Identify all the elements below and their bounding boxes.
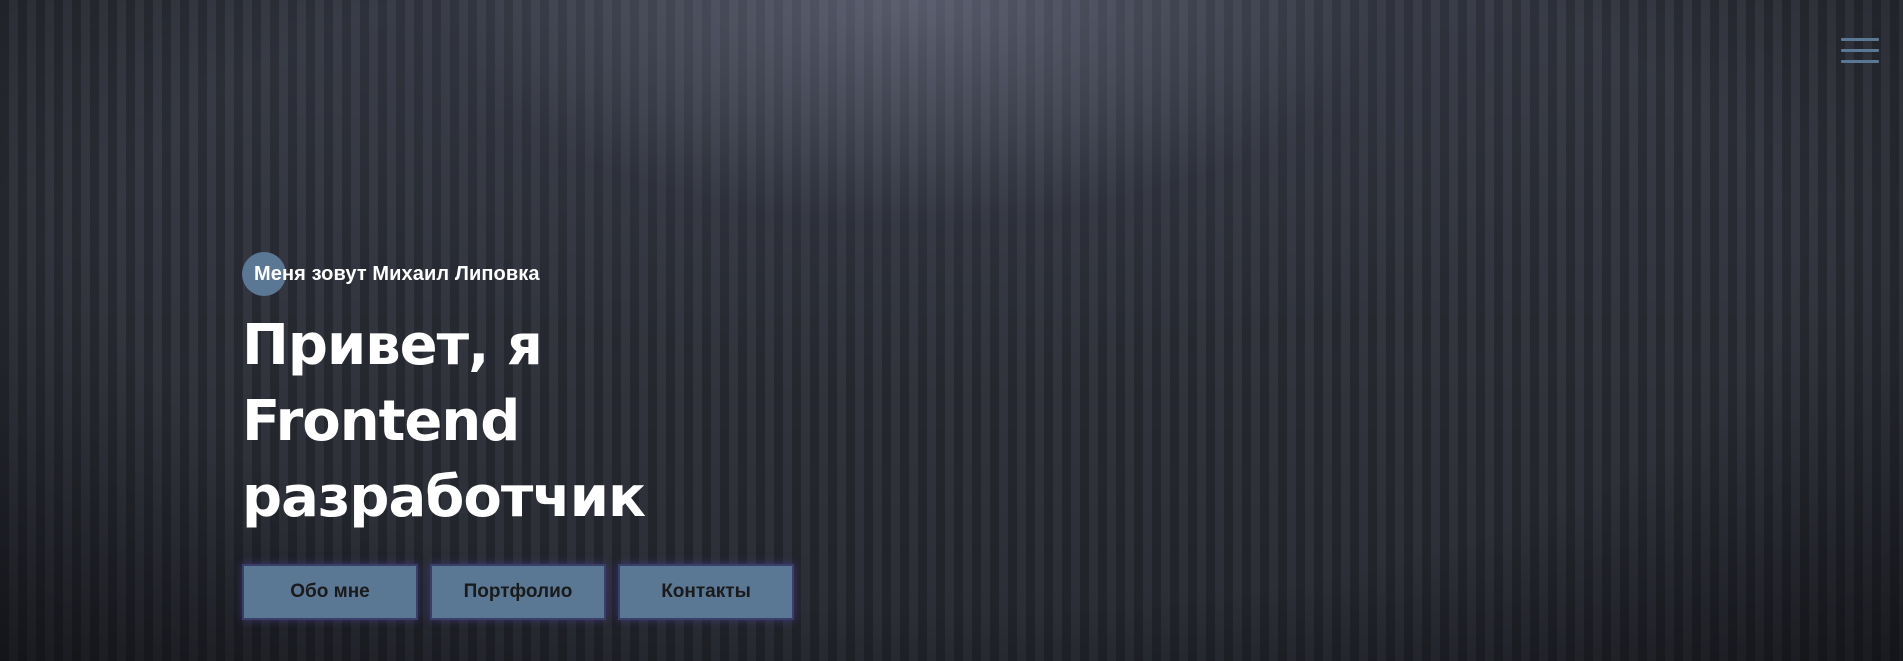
headline-line-2: разработчик xyxy=(242,465,646,530)
contacts-button[interactable]: Контакты xyxy=(618,564,794,620)
hero-section: Меня зовут Михаил Липовка Привет, я Fron… xyxy=(0,0,1903,661)
hero-content: Меня зовут Михаил Липовка Привет, я Fron… xyxy=(242,252,802,620)
menu-bar-bottom xyxy=(1841,60,1879,63)
hamburger-menu-icon[interactable] xyxy=(1841,38,1879,66)
hero-buttons: Обо мне Портфолио Контакты xyxy=(242,564,802,620)
intro-text: Меня зовут Михаил Липовка xyxy=(254,262,540,285)
menu-bar-middle xyxy=(1841,49,1879,52)
menu-bar-top xyxy=(1841,38,1879,41)
hero-headline: Привет, я Frontend разработчик xyxy=(242,308,802,536)
headline-line-1: Привет, я Frontend xyxy=(242,313,543,454)
portfolio-button[interactable]: Портфолио xyxy=(430,564,606,620)
intro: Меня зовут Михаил Липовка xyxy=(242,252,802,296)
about-button[interactable]: Обо мне xyxy=(242,564,418,620)
